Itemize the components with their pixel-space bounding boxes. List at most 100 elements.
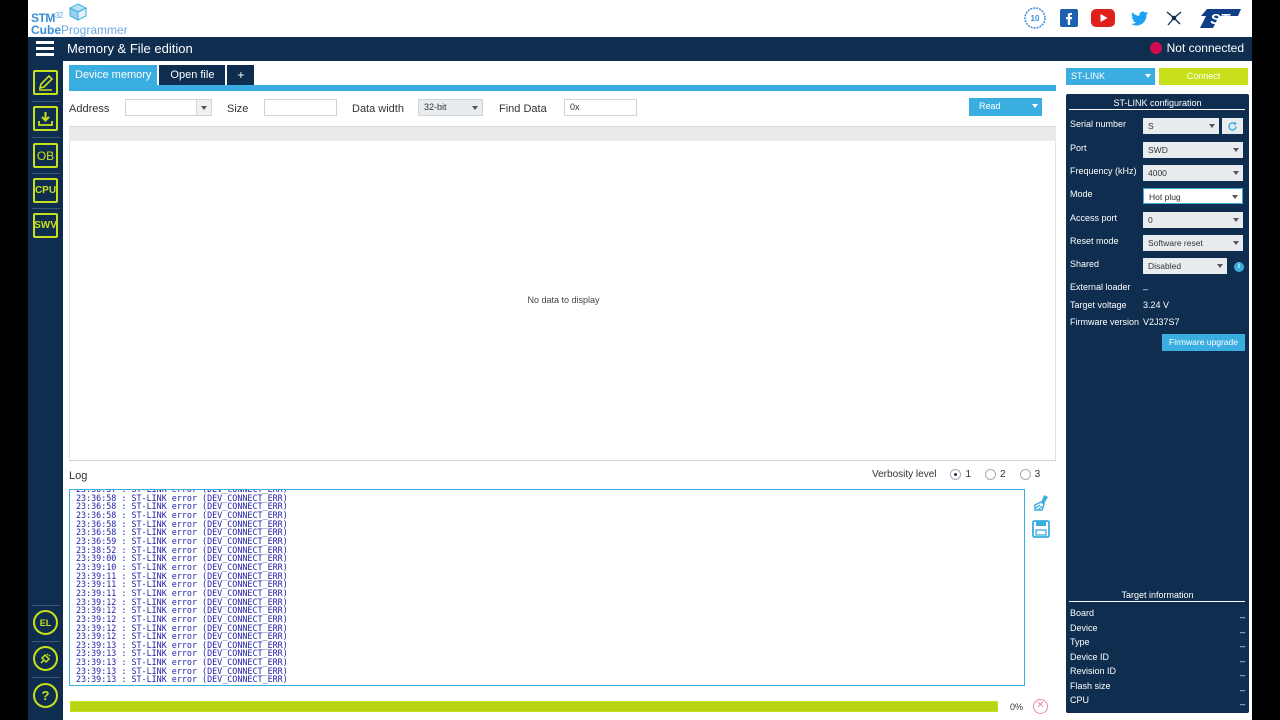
left-sidebar: OB CPU SWV EL ?	[28, 61, 63, 720]
tab-device-memory[interactable]: Device memory	[69, 65, 158, 85]
plug-icon	[40, 653, 51, 664]
sidebar-item-option-bytes[interactable]: OB	[33, 143, 58, 168]
external-loader-value: _	[1143, 280, 1149, 290]
save-log-icon[interactable]	[1031, 519, 1051, 539]
tab-open-file[interactable]: Open file	[159, 65, 226, 85]
app-logo: STM32 CubeProgrammer	[31, 3, 141, 37]
firmware-version-value: V2J37S7	[1143, 317, 1180, 327]
connection-status-text: Not connected	[1166, 41, 1244, 55]
verbosity-level: Verbosity level 1 2 3	[872, 469, 1040, 480]
find-data-input[interactable]: 0x	[564, 99, 637, 116]
port-select[interactable]: SWD	[1143, 142, 1243, 158]
data-width-label: Data width	[352, 103, 404, 115]
sidebar-item-memory-edit[interactable]	[33, 70, 58, 95]
clear-log-broom-icon[interactable]	[1031, 493, 1051, 513]
data-width-select[interactable]: 32-bit	[418, 99, 483, 116]
external-loader-label: External loader	[1070, 282, 1131, 292]
config-title: ST-LINK configuration	[1113, 98, 1202, 108]
target-info-row: Revision ID _	[1070, 666, 1245, 676]
anniversary-badge-icon[interactable]: 10	[1023, 6, 1047, 30]
find-data-label: Find Data	[499, 103, 547, 115]
firmware-upgrade-button[interactable]: Firmware upgrade	[1162, 334, 1245, 351]
cpu-icon: CPU	[34, 185, 57, 196]
st-logo-icon[interactable]: ST	[1196, 6, 1244, 30]
facebook-icon[interactable]	[1057, 6, 1081, 30]
refresh-serial-button[interactable]	[1222, 118, 1243, 134]
ob-icon: OB	[36, 148, 55, 163]
logo-cubeprogrammer: CubeProgrammer	[31, 23, 128, 37]
address-combo[interactable]	[125, 99, 212, 116]
address-label: Address	[69, 103, 110, 115]
target-info-row: Device _	[1070, 623, 1245, 633]
no-data-message: No data to display	[527, 295, 600, 305]
target-voltage-value: 3.24 V	[1143, 300, 1170, 310]
frequency-label: Frequency (kHz)	[1070, 166, 1137, 176]
verbosity-radio-1[interactable]: 1	[950, 469, 971, 480]
target-info-row: Board _	[1070, 608, 1245, 618]
status-dot-icon	[1149, 42, 1162, 54]
target-info-label: Flash size	[1070, 681, 1111, 691]
sidebar-item-plugins[interactable]	[33, 646, 58, 671]
access-port-select[interactable]: 0	[1143, 212, 1243, 228]
target-info-label: Device	[1070, 623, 1098, 633]
firmware-version-label: Firmware version	[1070, 317, 1140, 327]
sidebar-item-el[interactable]: EL	[33, 610, 58, 635]
page-title: Memory & File edition	[67, 41, 193, 56]
sidebar-item-swv[interactable]: SWV	[33, 213, 58, 238]
size-input[interactable]	[264, 99, 337, 116]
target-info-row: Type _	[1070, 637, 1245, 647]
shared-select[interactable]: Disabled	[1143, 258, 1227, 274]
sidebar-item-help[interactable]: ?	[33, 683, 58, 708]
memory-grid-header	[69, 126, 1056, 141]
reset-mode-label: Reset mode	[1070, 236, 1119, 246]
connection-status: Not connected	[1149, 41, 1244, 55]
progress-bar	[70, 701, 998, 712]
target-info-value: _	[1239, 681, 1245, 691]
reset-mode-select[interactable]: Software reset	[1143, 235, 1243, 251]
cancel-operation-button[interactable]: ✕	[1033, 699, 1048, 714]
target-info-label: Revision ID	[1070, 666, 1117, 676]
log-console[interactable]: 23:36:57 : ST-LINK error (DEV_CONNECT_ER…	[69, 489, 1025, 686]
read-button[interactable]: Read	[969, 98, 1042, 116]
memory-data-area: No data to display	[69, 141, 1056, 461]
svg-text:10: 10	[1031, 14, 1040, 23]
log-lines: 23:36:57 : ST-LINK error (DEV_CONNECT_ER…	[76, 490, 288, 685]
cube-logo-icon	[69, 3, 87, 21]
download-icon	[38, 112, 53, 126]
target-info-label: Device ID	[1070, 652, 1110, 662]
svg-text:ST: ST	[1210, 11, 1231, 28]
progress-fill	[71, 702, 997, 711]
twitter-icon[interactable]	[1128, 6, 1152, 30]
hamburger-menu-icon[interactable]	[36, 41, 54, 57]
target-info-value: _	[1239, 652, 1245, 662]
frequency-select[interactable]: 4000	[1143, 165, 1243, 181]
app-window: STM32 CubeProgrammer 10 ST Memory & File…	[28, 0, 1252, 720]
target-voltage-label: Target voltage	[1070, 300, 1127, 310]
info-icon[interactable]: i	[1234, 262, 1244, 272]
pencil-edit-icon	[38, 74, 54, 91]
verbosity-radio-3[interactable]: 3	[1019, 469, 1040, 480]
access-port-label: Access port	[1070, 213, 1118, 223]
connect-button[interactable]: Connect	[1159, 68, 1248, 85]
memory-toolbar: Address Size Data width 32-bit Find Data…	[69, 98, 1056, 122]
youtube-icon[interactable]	[1091, 6, 1115, 30]
verbosity-radio-2[interactable]: 2	[985, 469, 1006, 480]
target-info-value: _	[1239, 623, 1245, 633]
interface-bar: ST-LINK Connect	[1066, 68, 1249, 86]
serial-number-select[interactable]: S	[1143, 118, 1219, 134]
log-line: 23:39:13 : ST-LINK error (DEV_CONNECT_ER…	[76, 674, 288, 685]
close-icon: ✕	[1036, 700, 1045, 711]
target-info-title: Target information	[1121, 590, 1194, 600]
port-label: Port	[1070, 143, 1087, 153]
sidebar-item-erase-programming[interactable]	[33, 106, 58, 131]
target-info-label: CPU	[1070, 695, 1090, 705]
interface-select[interactable]: ST-LINK	[1066, 68, 1155, 85]
mode-label: Mode	[1070, 189, 1093, 199]
network-icon[interactable]	[1162, 6, 1186, 30]
tab-add[interactable]: +	[227, 65, 255, 85]
sidebar-item-cpu[interactable]: CPU	[33, 178, 58, 203]
stlink-config-panel: ST-LINK configuration Serial number S Po…	[1066, 94, 1249, 713]
mode-select[interactable]: Hot plug	[1143, 188, 1243, 204]
verbosity-label: Verbosity level	[872, 469, 937, 480]
help-icon: ?	[41, 688, 50, 703]
